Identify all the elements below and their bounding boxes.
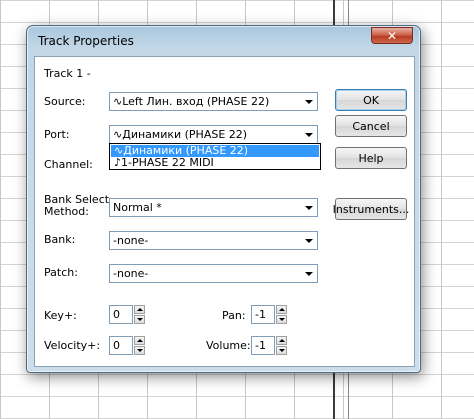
volume-input[interactable]: -1 xyxy=(251,336,275,355)
track-properties-dialog: Track Properties ✕ Track 1 - Source: ∿Le… xyxy=(26,25,421,373)
cancel-button[interactable]: Cancel xyxy=(335,115,407,137)
spin-down-icon[interactable] xyxy=(276,346,287,355)
key-plus-label: Key+: xyxy=(44,309,77,322)
source-value: Left Лин. вход (PHASE 22) xyxy=(122,95,270,108)
ok-button[interactable]: OK xyxy=(335,89,407,111)
source-select[interactable]: ∿Left Лин. вход (PHASE 22) xyxy=(109,92,318,111)
close-icon: ✕ xyxy=(386,28,398,43)
volume-label: Volume: xyxy=(206,339,251,352)
close-button[interactable]: ✕ xyxy=(371,27,413,44)
velocity-plus-label: Velocity+: xyxy=(44,339,101,352)
wave-icon: ∿ xyxy=(113,128,123,141)
title-bar[interactable]: Track Properties ✕ xyxy=(27,26,420,54)
pan-spinner: -1 xyxy=(251,305,289,324)
dialog-body: Track 1 - Source: ∿Left Лин. вход (PHASE… xyxy=(34,56,415,367)
wave-icon: ∿ xyxy=(113,95,123,108)
port-value: Динамики (PHASE 22) xyxy=(122,128,248,141)
velocity-plus-input[interactable]: 0 xyxy=(109,336,133,355)
help-button[interactable]: Help xyxy=(335,147,407,169)
pan-input[interactable]: -1 xyxy=(251,305,275,324)
key-plus-spinner: 0 xyxy=(109,305,147,324)
pan-label: Pan: xyxy=(222,309,246,322)
key-plus-input[interactable]: 0 xyxy=(109,305,133,324)
velocity-plus-spinner: 0 xyxy=(109,336,147,355)
spin-down-icon[interactable] xyxy=(276,315,287,324)
bank-label: Bank: xyxy=(44,233,76,246)
music-note-icon: ♪ xyxy=(114,156,122,169)
patch-label: Patch: xyxy=(44,266,78,279)
chevron-down-icon[interactable] xyxy=(301,233,316,248)
spin-up-icon[interactable] xyxy=(276,336,287,345)
spin-up-icon[interactable] xyxy=(134,336,145,345)
port-select[interactable]: ∿Динамики (PHASE 22) xyxy=(109,125,318,144)
bank-select-method-select[interactable]: Normal * xyxy=(109,198,318,217)
bank-value: -none- xyxy=(113,234,149,247)
patch-select[interactable]: -none- xyxy=(109,264,318,283)
port-dropdown-list: ∿Динамики (PHASE 22) ♪1-PHASE 22 MIDI xyxy=(109,143,321,170)
chevron-down-icon[interactable] xyxy=(301,94,316,109)
spin-up-icon[interactable] xyxy=(134,305,145,314)
chevron-down-icon[interactable] xyxy=(301,266,316,281)
patch-value: -none- xyxy=(113,267,149,280)
spin-down-icon[interactable] xyxy=(134,346,145,355)
dialog-title: Track Properties xyxy=(38,34,134,48)
bank-select-method-label: Bank Select Method: xyxy=(44,193,110,218)
chevron-down-icon[interactable] xyxy=(301,200,316,215)
track-name-label: Track 1 - xyxy=(44,67,91,80)
port-option[interactable]: ♪1-PHASE 22 MIDI xyxy=(111,157,319,169)
chevron-down-icon[interactable] xyxy=(301,127,316,142)
instruments-button[interactable]: Instruments... xyxy=(333,198,409,220)
spin-up-icon[interactable] xyxy=(276,305,287,314)
bank-select[interactable]: -none- xyxy=(109,231,318,250)
port-label: Port: xyxy=(44,128,70,141)
volume-spinner: -1 xyxy=(251,336,289,355)
channel-label: Channel: xyxy=(44,158,93,171)
spin-down-icon[interactable] xyxy=(134,315,145,324)
bank-select-method-value: Normal * xyxy=(113,201,162,214)
source-label: Source: xyxy=(44,95,86,108)
